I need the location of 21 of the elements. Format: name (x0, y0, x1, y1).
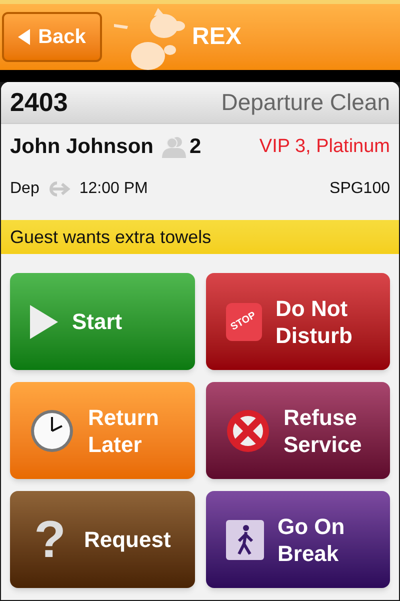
guest-name: John Johnson (10, 134, 154, 160)
room-status: Departure Clean (221, 88, 390, 118)
people-icon (162, 136, 186, 158)
departure-time: 12:00 PM (79, 179, 148, 199)
play-icon (30, 304, 58, 338)
action-button[interactable]: Go On Break (206, 491, 390, 588)
back-arrow-icon (18, 29, 30, 45)
action-button[interactable]: Start (10, 273, 194, 370)
action-button[interactable]: Refuse Service (206, 382, 390, 479)
app-title: REX (192, 22, 242, 52)
cross-icon (226, 408, 270, 452)
question-mark-icon: ? (30, 514, 70, 566)
room-number: 2403 (10, 86, 68, 119)
clock-icon (30, 408, 74, 452)
vip-status: VIP 3, Platinum (259, 134, 390, 159)
walking-person-icon (226, 520, 264, 560)
membership-code: SPG100 (330, 179, 390, 199)
departure-label: Dep (10, 179, 40, 199)
guest-count: 2 (190, 134, 202, 160)
action-button[interactable]: ? Request (10, 491, 194, 588)
guest-note: Guest wants extra towels (10, 226, 212, 248)
